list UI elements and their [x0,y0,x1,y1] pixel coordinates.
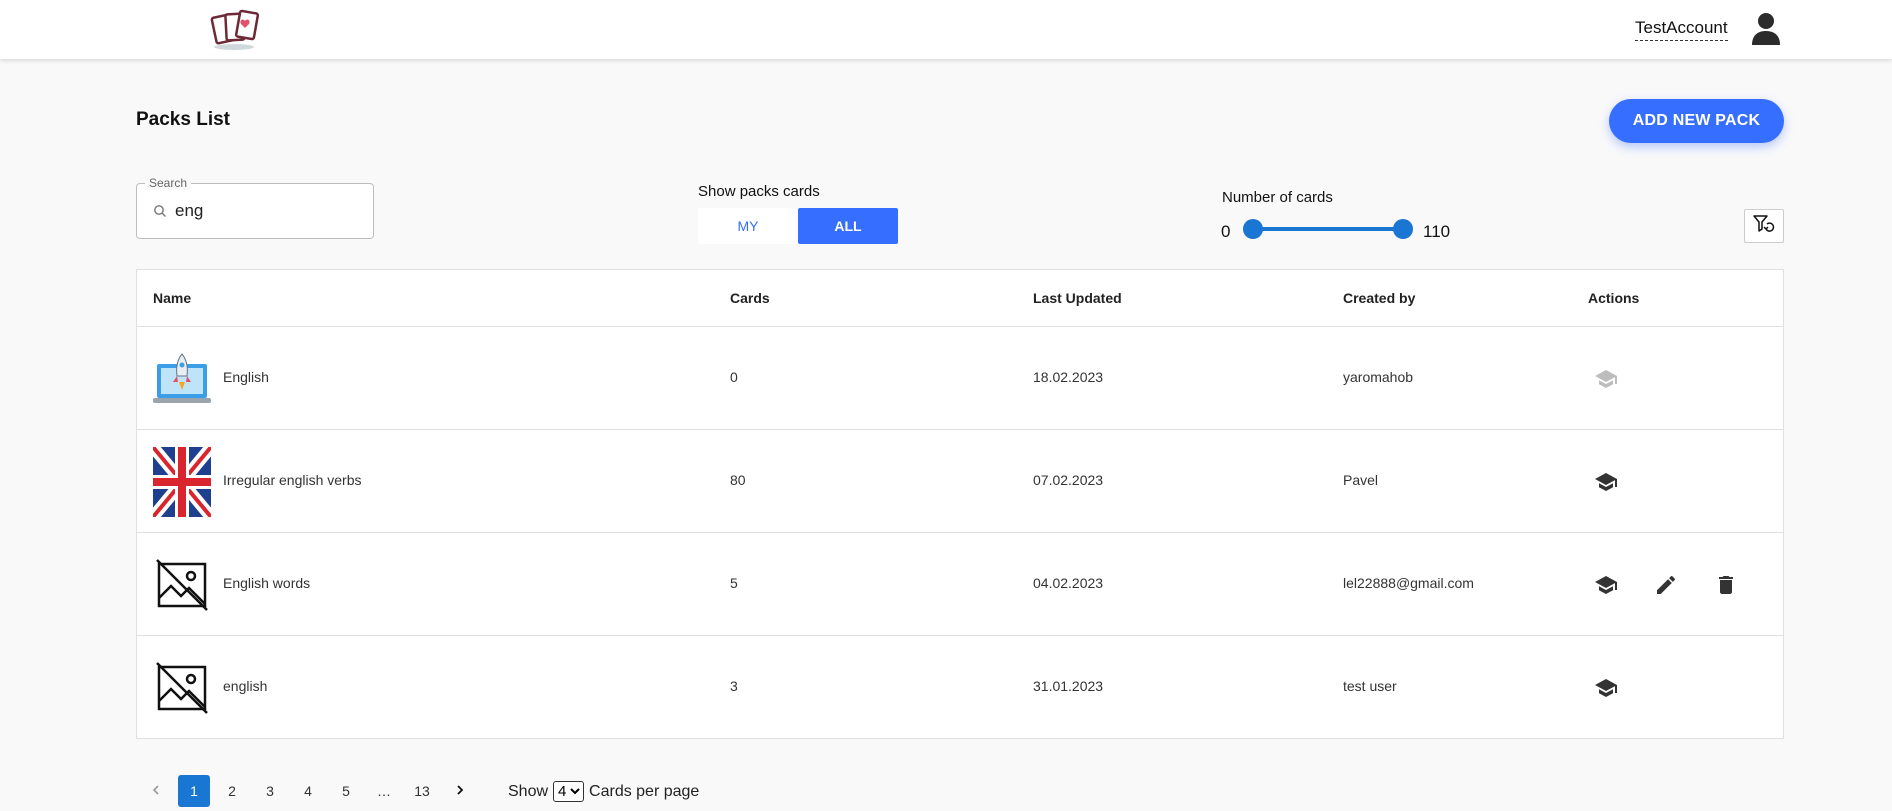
column-header-created-by[interactable]: Created by [1343,290,1415,306]
no-image-icon [153,556,211,614]
pack-created-by: test user [1343,678,1397,694]
prev-page-button[interactable] [140,775,172,807]
pagination: 1 2 3 4 5 … 13 [140,775,482,807]
number-of-cards-label: Number of cards [1222,189,1333,206]
user-icon[interactable] [1751,12,1781,46]
page-button[interactable]: 5 [330,775,362,807]
toggle-my-button[interactable]: MY [698,208,798,244]
column-header-cards[interactable]: Cards [730,290,770,306]
per-page-suffix-label: Cards per page [589,782,700,800]
page-button[interactable]: 2 [216,775,248,807]
no-image-icon [153,659,211,717]
next-page-button[interactable] [444,775,476,807]
table-header: Name Cards Last Updated Created by Actio… [137,270,1783,327]
pagination-ellipsis: … [377,783,391,799]
per-page-select[interactable]: 4 [553,781,585,802]
pack-name[interactable]: english [223,678,267,694]
column-header-actions: Actions [1588,290,1640,306]
learn-icon[interactable] [1594,367,1618,391]
learn-icon[interactable] [1594,676,1618,700]
page-button[interactable]: 13 [406,775,438,807]
pack-last-updated: 18.02.2023 [1033,369,1104,385]
edit-icon[interactable] [1654,573,1678,597]
search-label: Search [145,176,192,190]
pack-cards-count: 5 [730,575,738,591]
learn-icon[interactable] [1594,470,1618,494]
learn-icon[interactable] [1594,573,1618,597]
slider-min-thumb[interactable] [1243,219,1263,239]
page-button[interactable]: 3 [254,775,286,807]
pack-created-by: lel22888@gmail.com [1343,575,1474,591]
packs-table: Name Cards Last Updated Created by Actio… [136,269,1784,739]
delete-icon[interactable] [1714,573,1738,597]
pack-last-updated: 07.02.2023 [1033,472,1104,488]
pack-cards-count: 3 [730,678,738,694]
per-page-show-label: Show [508,782,549,800]
pack-cards-count: 0 [730,369,738,385]
app-header: TestAccount [0,0,1892,59]
search-input[interactable]: Search eng [136,176,374,239]
search-value[interactable]: eng [175,201,203,221]
column-header-name[interactable]: Name [153,290,191,306]
table-row[interactable]: English words 5 04.02.2023 lel22888@gmai… [137,533,1783,636]
pack-name[interactable]: Irregular english verbs [223,472,362,488]
chevron-right-icon [454,783,466,799]
pack-cover-image [153,447,211,517]
filter-off-icon [1752,214,1776,239]
pack-name[interactable]: English words [223,575,310,591]
pack-created-by: yaromahob [1343,369,1414,385]
search-icon [153,204,167,218]
column-header-last-updated[interactable]: Last Updated [1033,290,1122,306]
toggle-all-button[interactable]: ALL [798,208,898,244]
show-packs-label: Show packs cards [698,183,820,200]
cards-logo-icon[interactable] [210,8,262,52]
show-packs-toggle: MY ALL [698,208,898,244]
pack-cards-count: 80 [730,472,746,488]
table-row[interactable]: english 3 31.01.2023 test user [137,636,1783,739]
slider-max-thumb[interactable] [1393,219,1413,239]
pack-name[interactable]: English [223,369,269,385]
pack-last-updated: 31.01.2023 [1033,678,1104,694]
slider-max-value: 110 [1423,222,1451,241]
table-row[interactable]: English 0 18.02.2023 yaromahob [137,327,1783,430]
account-name[interactable]: TestAccount [1635,18,1728,41]
page-button[interactable]: 1 [178,775,210,807]
page-button[interactable]: 4 [292,775,324,807]
per-page-control: Show 4 Cards per page [508,781,699,802]
pack-created-by: Pavel [1343,472,1379,488]
cards-range-slider[interactable] [1253,227,1403,231]
chevron-left-icon [150,783,162,799]
page-title: Packs List [136,109,230,130]
slider-min-value: 0 [1221,222,1231,241]
pack-cover-image [153,350,211,408]
pack-last-updated: 04.02.2023 [1033,575,1104,591]
reset-filter-button[interactable] [1744,209,1784,243]
add-new-pack-button[interactable]: ADD NEW PACK [1609,99,1784,143]
table-row[interactable]: Irregular english verbs 80 07.02.2023 Pa… [137,430,1783,533]
